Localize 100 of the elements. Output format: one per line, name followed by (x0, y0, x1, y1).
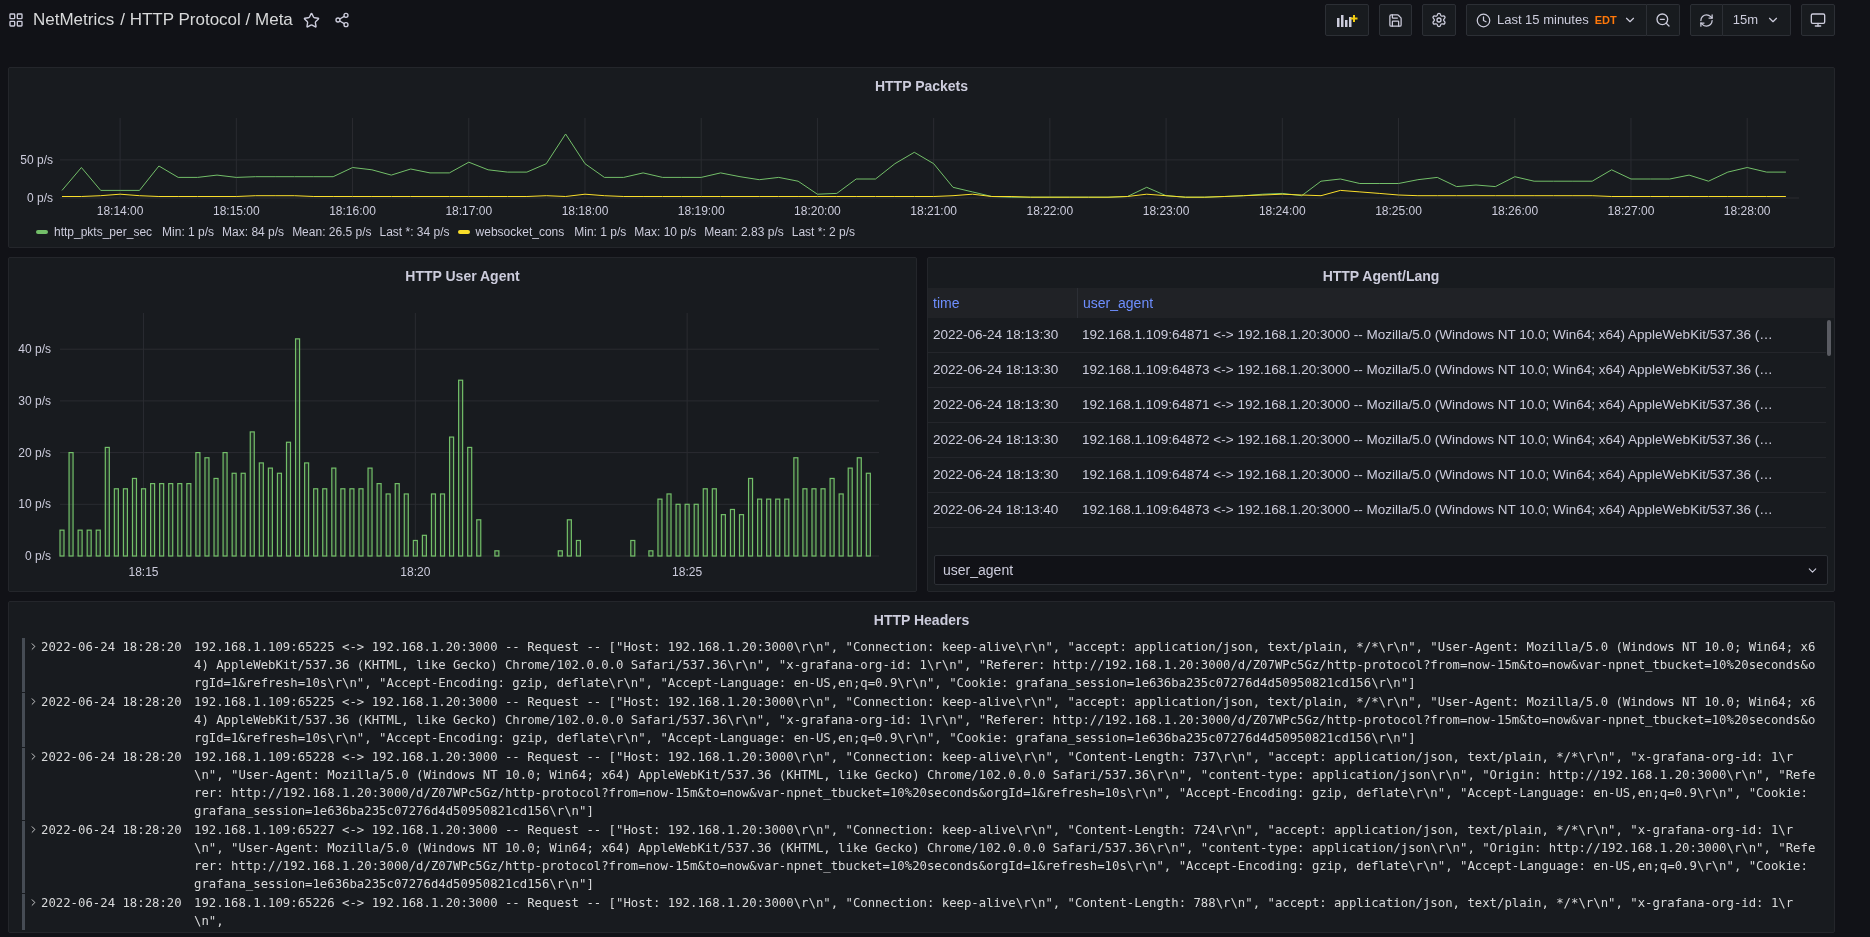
table-cell-text: 192.168.1.109:64873 <-> 192.168.1.20:3000 -- Mozilla/5.0 (Windows NT 10.0; Win64; x64) AppleWebKit/537.36 (… (1081, 500, 1774, 519)
legend-stat: Mean: 26.5 p/s (292, 224, 372, 241)
bar (122, 488, 128, 557)
table-cell-text: 192.168.1.109:64874 <-> 192.168.1.20:3000 -- Mozilla/5.0 (Windows NT 10.0; Win64; x64) AppleWebKit/537.36 (… (1081, 465, 1774, 484)
field-select[interactable]: user_agent (934, 555, 1828, 585)
log-message: 192.168.1.109:65225 <-> 192.168.1.20:3000 -- Request -- ["Host: 192.168.1.20:3000\r\n", "Connection: keep-alive\r\n", "accept: application/json, text/plain, */*\r\n", "User-Agent: Mozilla/5.0 (Windows NT 10.0; Win64; x64) AppleWebKit/537.36 (KHTML, like Gecko) Chrome/102.0.0.0 Safari/537.36\r\n", "x-grafana-org-id: 1\r\n", "Referer: http://192.168.1.20:3000/d/Z07WPc5Gz/http-protocol?from=now-15m&to=now&var-npnet_tbucket=10%20seconds&orgId=1&refresh=10s\r\n", "Accept-Encoding: gzip, deflate\r\n", "Accept-Language: en-US,en;q=0.9\r\n", "Cookie: grafana_session=1e636ba235c07276d4d50950821cd156\r\n"] (194, 694, 1817, 747)
add-panel-button[interactable] (1324, 4, 1369, 36)
table-cell-text: 192.168.1.109:64872 <-> 192.168.1.20:3000 -- Mozilla/5.0 (Windows NT 10.0; Win64; x64) AppleWebKit/537.36 (… (1081, 430, 1774, 449)
axis-label: 18:17:00 (445, 204, 493, 218)
table-cell-text: 2022-06-24 18:13:40 (932, 500, 1060, 519)
bar (476, 519, 482, 557)
column-header[interactable]: user_agent (1077, 288, 1834, 318)
scrollbar[interactable] (1827, 320, 1831, 356)
bar (757, 498, 763, 557)
table-cell-text: 2022-06-24 18:13:30 (932, 395, 1060, 414)
bar-chart-plus-icon (1335, 12, 1358, 28)
axis-label: 18:22:00 (1026, 204, 1074, 218)
axis-label: 0 p/s (25, 549, 51, 563)
bar (322, 488, 328, 557)
table-cell-text: 192.168.1.109:64873 <-> 192.168.1.20:3000 -- Mozilla/5.0 (Windows NT 10.0; Win64; x64) AppleWebKit/537.36 (… (1081, 360, 1774, 379)
legend-series-name[interactable]: websocket_cons (475, 223, 565, 241)
bar (811, 488, 817, 557)
view-mode-button[interactable] (1801, 4, 1835, 36)
panel-title: HTTP Headers (872, 611, 971, 630)
bar (820, 488, 826, 557)
axis-label: 18:20:00 (794, 204, 841, 218)
table-cell-text: 192.168.1.109:64871 <-> 192.168.1.20:3000 -- Mozilla/5.0 (Windows NT 10.0; Win64; x64) AppleWebKit/537.36 (… (1081, 395, 1774, 414)
bar (693, 503, 699, 557)
bar (784, 498, 790, 557)
axis-label: 18:15:00 (212, 204, 260, 218)
time-range-picker[interactable]: Last 15 minutes EDT (1465, 4, 1647, 36)
axis-label: 18:20 (400, 565, 431, 579)
bar (630, 539, 636, 557)
legend-stat: Min: 1 p/s (162, 224, 215, 241)
bar (349, 488, 355, 557)
monitor-icon (1810, 12, 1826, 28)
bar (684, 503, 690, 557)
bar (675, 503, 681, 557)
share-icon[interactable] (333, 12, 350, 28)
log-message: 192.168.1.109:65227 <-> 192.168.1.20:3000 -- Request -- ["Host: 192.168.1.20:3000\r\n", "Connection: keep-alive\r\n", "Content-Length: 724\r\n", "accept: application/json, text/plain, */*\r\n", "x-grafana-org-id: 1\r\n", "User-Agent: Mozilla/5.0 (Windows NT 10.0; Win64; x64) AppleWebKit/537.36 (KHTML, like Gecko) Chrome/102.0.0.0 Safari/537.36\r\n", "content-type: application/json\r\n", "Origin: http://192.168.1.20:3000\r\n", "Referer: http://192.168.1.20:3000/d/Z07WPc5Gz/http-protocol?from=now-15m&to=now&var-npnet_tbucket=10%20seconds&orgId=1&refresh=10s\r\n", "Accept-Encoding: gzip, deflate\r\n", "Accept-Language: en-US,en;q=0.9\r\n", "Cookie: grafana_session=1e636ba235c07276d4d50950821cd156\r\n"] (194, 822, 1817, 893)
axis-label: 18:19:00 (677, 204, 725, 218)
bar (140, 488, 147, 557)
axis-label: 18:25 (672, 565, 703, 579)
bar (77, 529, 83, 557)
panel-title: HTTP Packets (873, 77, 970, 96)
bar (738, 514, 745, 557)
bar (439, 493, 446, 557)
bar (657, 498, 663, 557)
star-icon[interactable] (302, 11, 320, 29)
table-cell-text: 2022-06-24 18:13:30 (932, 465, 1060, 484)
zoom-out-button[interactable] (1646, 4, 1680, 36)
bar (421, 534, 427, 557)
dashboard-title: / HTTP Protocol / Meta (120, 9, 293, 32)
axis-label: 40 p/s (18, 342, 51, 357)
legend-series-name[interactable]: http_pkts_per_sec (54, 223, 153, 241)
axis-label: 18:24:00 (1258, 204, 1306, 218)
bar (430, 493, 437, 557)
refresh-button[interactable] (1689, 4, 1723, 36)
bar (575, 539, 581, 557)
save-button[interactable] (1378, 4, 1412, 36)
bar (838, 493, 844, 557)
bar (403, 493, 409, 557)
table-cell-text: 192.168.1.109:64871 <-> 192.168.1.20:3000 -- Mozilla/5.0 (Windows NT 10.0; Win64; x64) AppleWebKit/537.36 (… (1081, 325, 1774, 344)
axis-label: 18:14:00 (96, 204, 144, 218)
dashboards-grid-icon[interactable] (8, 12, 24, 28)
dashboard-folder-link[interactable]: NetMetrics (33, 7, 115, 33)
settings-button[interactable] (1421, 4, 1456, 36)
bar (775, 498, 781, 557)
log-timestamp: 2022-06-24 18:28:20 (41, 895, 183, 912)
log-timestamp: 2022-06-24 18:28:20 (41, 694, 183, 711)
legend-stat: Max: 84 p/s (222, 224, 285, 241)
column-header[interactable]: time (928, 288, 1077, 318)
bar (494, 550, 500, 557)
bar (720, 514, 726, 557)
timezone-label: EDT (1594, 12, 1617, 28)
bar (313, 488, 319, 557)
bar (711, 488, 717, 557)
log-message: 192.168.1.109:65228 <-> 192.168.1.20:3000 -- Request -- ["Host: 192.168.1.20:3000\r\n", "Connection: keep-alive\r\n", "Content-Length: 737\r\n", "accept: application/json, text/plain, */*\r\n", "x-grafana-org-id: 1\r\n", "User-Agent: Mozilla/5.0 (Windows NT 10.0; Win64; x64) AppleWebKit/537.36 (KHTML, like Gecko) Chrome/102.0.0.0 Safari/537.36\r\n", "content-type: application/json\r\n", "Origin: http://192.168.1.20:3000\r\n", "Referer: http://192.168.1.20:3000/d/Z07WPc5Gz/http-protocol?from=now-15m&to=now&var-npnet_tbucket=10%20seconds&orgId=1&refresh=10s\r\n", "Accept-Encoding: gzip, deflate\r\n", "Accept-Language: en-US,en;q=0.9\r\n", "Cookie: grafana_session=1e636ba235c07276d4d50950821cd156\r\n"] (194, 749, 1817, 820)
log-timestamp: 2022-06-24 18:28:20 (41, 749, 183, 766)
bar (86, 529, 92, 557)
legend-stat: Last *: 2 p/s (791, 224, 856, 241)
axis-label: 50 p/s (20, 152, 53, 167)
bar (729, 508, 736, 557)
axis-label: 18:25:00 (1375, 204, 1422, 218)
save-icon (1387, 12, 1403, 28)
log-timestamp: 2022-06-24 18:28:20 (41, 639, 183, 656)
legend-stat: Last *: 34 p/s (379, 224, 450, 241)
bar (385, 493, 391, 557)
bar (412, 539, 418, 557)
refresh-interval-picker[interactable]: 15m (1722, 4, 1791, 36)
refresh-icon (1698, 12, 1714, 28)
axis-label: 18:21:00 (910, 204, 957, 218)
zoom-out-icon (1654, 12, 1671, 28)
table-cell-text: 2022-06-24 18:13:30 (932, 325, 1060, 344)
clock-icon (1475, 12, 1491, 28)
bar (802, 488, 808, 557)
bar (95, 529, 101, 557)
bar (666, 493, 672, 557)
axis-label: 18:16:00 (329, 204, 376, 218)
axis-label: 20 p/s (18, 445, 51, 460)
